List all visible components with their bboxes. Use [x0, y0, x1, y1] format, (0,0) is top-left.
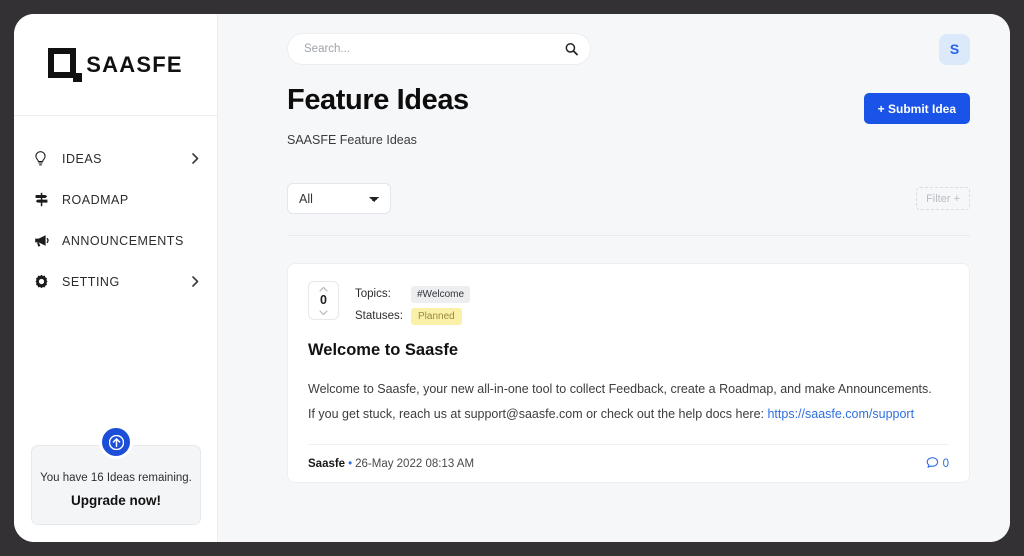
sidebar-item-setting[interactable]: SETTING [14, 261, 217, 302]
idea-timestamp: 26-May 2022 08:13 AM [355, 457, 475, 470]
arrow-up-circle-icon[interactable] [99, 425, 133, 459]
idea-card-header: 0 Topics: #Welcome Statuses: Planned [308, 281, 949, 327]
submit-idea-button[interactable]: + Submit Idea [863, 93, 970, 124]
page-title: Feature Ideas [287, 84, 469, 116]
brand-logo-text: SAASFE [86, 51, 183, 77]
search-input[interactable] [287, 33, 591, 65]
idea-card-footer: Saasfe • 26-May 2022 08:13 AM 0 [308, 444, 949, 482]
megaphone-icon [34, 234, 54, 248]
topics-row: Topics: #Welcome [355, 283, 471, 305]
topic-tag[interactable]: #Welcome [411, 285, 471, 303]
vote-widget[interactable]: 0 [308, 281, 339, 320]
sidebar-item-label: ANNOUNCEMENTS [62, 233, 184, 248]
sidebar-item-ideas[interactable]: IDEAS [14, 138, 217, 179]
idea-meta: Topics: #Welcome Statuses: Planned [355, 281, 471, 327]
chevron-up-icon[interactable] [319, 286, 328, 292]
statuses-row: Statuses: Planned [355, 305, 470, 327]
page-header: Feature Ideas SAASFE Feature Ideas + Sub… [287, 84, 970, 147]
ideas-remaining-text: You have 16 Ideas remaining. [40, 472, 192, 484]
avatar[interactable]: S [939, 33, 970, 65]
category-filter-select[interactable]: All [287, 183, 391, 215]
chevron-right-icon [192, 153, 199, 164]
upgrade-now-link[interactable]: Upgrade now! [40, 493, 192, 508]
idea-author: Saasfe [308, 457, 346, 470]
sidebar-item-announcements[interactable]: ANNOUNCEMENTS [14, 220, 217, 261]
idea-body-line-1: Welcome to Saasfe, your new all-in-one t… [308, 382, 932, 397]
sidebar-item-roadmap[interactable]: ROADMAP [14, 179, 217, 220]
chevron-down-icon[interactable] [319, 310, 328, 316]
top-bar: S [218, 14, 1010, 84]
statuses-label: Statuses: [355, 310, 403, 323]
sidebar: SAASFE IDEAS ROADMAP ANNOUNCEMENTS SETTI… [14, 14, 218, 542]
upgrade-panel: You have 16 Ideas remaining. Upgrade now… [31, 425, 201, 525]
page-subtitle: SAASFE Feature Ideas [287, 133, 417, 148]
sidebar-item-label: ROADMAP [62, 192, 129, 207]
gear-icon [34, 274, 54, 289]
sidebar-item-label: SETTING [62, 274, 120, 289]
main-content: S Feature Ideas SAASFE Feature Ideas + S… [218, 14, 1010, 542]
idea-title[interactable]: Welcome to Saasfe [308, 341, 949, 360]
idea-body: Welcome to Saasfe, your new all-in-one t… [308, 377, 949, 426]
byline-separator: • [348, 457, 353, 470]
sidebar-item-label: IDEAS [62, 151, 103, 166]
brand-logo[interactable]: SAASFE [14, 14, 217, 116]
saasfe-square-logo-icon [48, 47, 83, 82]
comment-count-button[interactable]: 0 [926, 456, 949, 472]
idea-body-line-2: If you get stuck, reach us at support@sa… [308, 402, 949, 426]
idea-byline: Saasfe • 26-May 2022 08:13 AM [308, 458, 474, 470]
app-window: SAASFE IDEAS ROADMAP ANNOUNCEMENTS SETTI… [14, 14, 1010, 542]
status-badge[interactable]: Planned [411, 307, 462, 325]
filter-row: All Filter + [287, 183, 970, 215]
comment-bubble-icon [926, 456, 939, 472]
idea-card[interactable]: 0 Topics: #Welcome Statuses: Planned Wel… [287, 263, 970, 484]
signpost-icon [34, 192, 54, 207]
sidebar-nav: IDEAS ROADMAP ANNOUNCEMENTS SETTING [14, 116, 217, 302]
support-docs-link[interactable]: https://saasfe.com/support [767, 407, 914, 421]
content-area: Feature Ideas SAASFE Feature Ideas + Sub… [218, 84, 1010, 484]
search-icon[interactable] [565, 43, 578, 56]
device-frame: SAASFE IDEAS ROADMAP ANNOUNCEMENTS SETTI… [0, 0, 1024, 556]
vote-count: 0 [320, 293, 327, 308]
lightbulb-icon [34, 151, 54, 166]
section-divider [287, 235, 970, 237]
idea-body-line-2-text: If you get stuck, reach us at support@sa… [308, 406, 768, 421]
comment-count: 0 [942, 457, 949, 470]
add-filter-button[interactable]: Filter + [916, 187, 970, 211]
topics-label: Topics: [355, 288, 391, 301]
search-box [287, 33, 591, 65]
chevron-right-icon [192, 276, 199, 287]
